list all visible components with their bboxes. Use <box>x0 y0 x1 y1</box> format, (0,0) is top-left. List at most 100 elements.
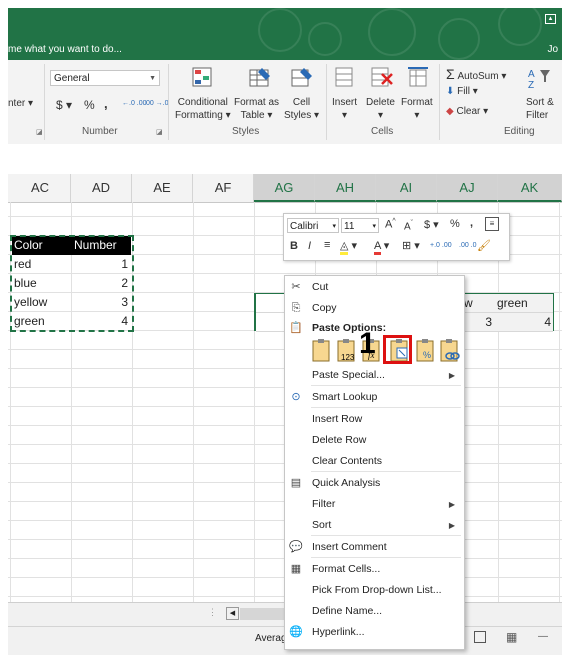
comma-button[interactable]: , <box>470 217 473 229</box>
group-separator <box>326 64 327 140</box>
number-launcher-icon[interactable]: ◪ <box>156 128 163 136</box>
zoom-out-icon[interactable]: — <box>538 631 548 642</box>
column-header-ai[interactable]: AI <box>376 174 437 202</box>
tab-splitter-icon[interactable]: ⋮ <box>208 607 217 618</box>
pasted-cell-3[interactable]: 3 <box>463 313 493 332</box>
pasted-cell-4[interactable]: 4 <box>493 313 553 332</box>
clear-button[interactable]: ◆ Clear ▾ <box>446 106 488 117</box>
decrease-decimal-button[interactable]: .00 .0 <box>459 242 477 249</box>
menu-item-filter[interactable]: Filter <box>312 498 335 510</box>
fill-button[interactable]: ⬇ Fill ▾ <box>446 86 478 97</box>
tell-me-search[interactable]: me what you want to do... <box>8 44 122 55</box>
paste-link-button[interactable] <box>438 337 462 363</box>
comma-button[interactable]: , <box>104 96 108 111</box>
delete-button[interactable]: Delete ▾ <box>366 96 395 122</box>
page-break-view-icon[interactable]: ▦ <box>506 630 517 644</box>
menu-item-hyperlink[interactable]: Hyperlink... <box>312 626 365 638</box>
paste-button[interactable] <box>310 337 334 363</box>
insert-cells-icon[interactable] <box>332 66 356 90</box>
format-as-table-icon[interactable] <box>248 66 272 90</box>
pasted-cell-number[interactable]: Num <box>256 313 286 332</box>
font-size-select[interactable]: 11 ▾ <box>341 218 379 233</box>
column-header-ah[interactable]: AH <box>315 174 376 202</box>
paste-values-button[interactable]: 123 <box>335 337 359 363</box>
paste-formatting-button[interactable]: % <box>414 337 438 363</box>
status-average: Averag <box>255 633 287 644</box>
align-center-icon[interactable]: ≡ <box>324 239 330 251</box>
number-format-select[interactable]: General ▼ <box>50 70 160 86</box>
bold-button[interactable]: B <box>290 240 298 252</box>
format-painter-table-icon[interactable]: ≡ <box>485 217 499 231</box>
font-color-button[interactable]: A ▾ <box>374 239 389 255</box>
menu-item-quick-analysis[interactable]: Quick Analysis <box>312 477 380 489</box>
menu-item-delete-row[interactable]: Delete Row <box>312 434 366 446</box>
borders-icon: ⊞ <box>402 240 412 252</box>
sort-filter-icon[interactable]: AZ <box>526 66 550 91</box>
submenu-arrow-icon: ▶ <box>448 371 455 380</box>
decorative-swirl <box>438 18 480 60</box>
cells-group-label: Cells <box>371 126 394 137</box>
menu-item-smart-lookup[interactable]: Smart Lookup <box>312 391 377 403</box>
page-layout-view-icon[interactable] <box>474 631 486 643</box>
font-name-value: Calibri <box>290 221 319 232</box>
conditional-formatting-button[interactable]: Conditional Formatting ▾ <box>175 96 231 122</box>
decrease-decimal-button[interactable]: .00 →.0 <box>144 100 169 107</box>
menu-item-insert-row[interactable]: Insert Row <box>312 413 362 425</box>
autosum-button[interactable]: Σ AutoSum ▾ <box>446 66 506 82</box>
ribbon-display-options-icon[interactable]: ▲ <box>545 14 556 24</box>
scroll-left-icon[interactable]: ◀ <box>226 607 239 620</box>
format-cells-icon[interactable] <box>406 66 430 90</box>
pasted-cell-color[interactable]: Colo <box>256 294 286 313</box>
pasted-cell-yellow[interactable]: w <box>463 294 493 313</box>
sort-filter-button[interactable]: Sort & Filter <box>526 96 554 122</box>
cell-styles-icon[interactable] <box>290 66 314 90</box>
pasted-cell-green[interactable]: green <box>493 294 553 313</box>
grow-font-arrow-icon: ^ <box>392 218 396 225</box>
column-header-ad[interactable]: AD <box>71 174 132 202</box>
delete-cells-icon[interactable] <box>370 66 394 90</box>
user-name[interactable]: Jo <box>547 44 558 55</box>
percent-button[interactable]: % <box>84 98 95 112</box>
italic-button[interactable]: I <box>308 240 311 252</box>
format-button[interactable]: Format ▾ <box>401 96 433 122</box>
font-name-select[interactable]: Calibri ▾ <box>287 218 339 233</box>
percent-button[interactable]: % <box>450 218 460 230</box>
menu-item-cut[interactable]: Cut <box>312 281 328 293</box>
column-header-ag[interactable]: AG <box>254 174 315 202</box>
label-line: Insert <box>332 97 358 108</box>
column-header-ak[interactable]: AK <box>498 174 562 202</box>
copy-selection-marquee <box>10 235 134 332</box>
format-as-table-button[interactable]: Format as Table ▾ <box>234 96 279 122</box>
shrink-font-button[interactable]: Aˇ <box>404 220 413 232</box>
menu-item-define-name[interactable]: Define Name... <box>312 605 382 617</box>
merge-center-button[interactable]: nter ▾ <box>8 98 33 109</box>
format-painter-icon[interactable]: 🖌 <box>477 239 491 252</box>
menu-item-insert-comment[interactable]: Insert Comment <box>312 541 387 553</box>
increase-decimal-button[interactable]: +.0 .00 <box>430 242 452 249</box>
currency-button[interactable]: $ ▾ <box>56 98 72 112</box>
alignment-launcher-icon[interactable]: ◪ <box>36 128 43 136</box>
cell-styles-button[interactable]: Cell Styles ▾ <box>284 96 319 122</box>
fill-color-button[interactable]: ◬ ▾ <box>340 239 357 255</box>
clear-label: Clear <box>456 106 481 117</box>
conditional-formatting-icon[interactable] <box>191 66 215 90</box>
formula-bar-area[interactable] <box>8 144 562 175</box>
menu-item-copy[interactable]: Copy <box>312 302 337 314</box>
currency-button[interactable]: $ ▾ <box>424 218 439 231</box>
column-header-af[interactable]: AF <box>193 174 254 202</box>
borders-button[interactable]: ⊞ ▾ <box>402 239 420 252</box>
menu-item-paste-special[interactable]: Paste Special... <box>312 369 385 381</box>
clipboard-icon: 📋 <box>289 322 303 334</box>
menu-item-pick-list[interactable]: Pick From Drop-down List... <box>312 584 442 596</box>
increase-decimal-button[interactable]: ←.0 .00 <box>122 100 147 107</box>
menu-item-format-cells[interactable]: Format Cells... <box>312 563 380 575</box>
grow-font-button[interactable]: A^ <box>385 218 396 231</box>
chevron-down-icon: ▾ <box>372 223 376 230</box>
menu-item-clear-contents[interactable]: Clear Contents <box>312 455 382 467</box>
column-header-ae[interactable]: AE <box>132 174 193 202</box>
column-header-ac[interactable]: AC <box>10 174 71 202</box>
menu-item-sort[interactable]: Sort <box>312 519 331 531</box>
column-header-aj[interactable]: AJ <box>437 174 498 202</box>
insert-button[interactable]: Insert ▾ <box>332 96 357 122</box>
fill-down-icon: ⬇ <box>446 86 455 97</box>
